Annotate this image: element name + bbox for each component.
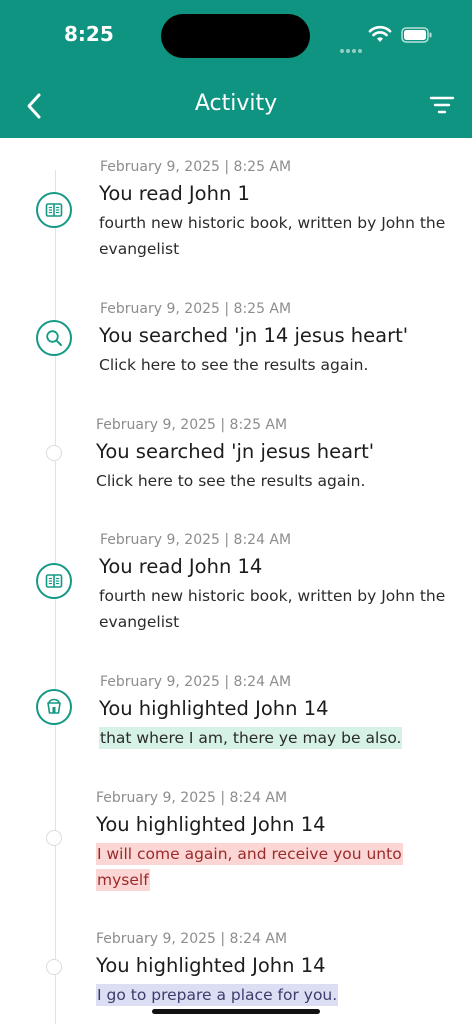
activity-title: You highlighted John 14: [96, 954, 326, 977]
activity-item[interactable]: February 9, 2025 | 8:25 AM You read John…: [0, 150, 472, 270]
page-title: Activity: [194, 91, 278, 116]
activity-title: You searched 'jn 14 jesus heart': [99, 324, 409, 347]
timeline-dot: [46, 959, 62, 975]
wifi-icon: [368, 25, 392, 42]
activity-title: You read John 14: [99, 555, 263, 578]
activity-description: Click here to see the results again.: [99, 356, 369, 374]
timeline-dot: [46, 830, 62, 846]
highlight-span: that where I am, there ye may be also.: [99, 727, 403, 749]
highlight-text: that where I am, there ye may be also.: [99, 725, 459, 751]
activity-date: February 9, 2025 | 8:24 AM: [100, 532, 292, 548]
filter-button[interactable]: [428, 94, 456, 118]
activity-title: You highlighted John 14: [99, 697, 329, 720]
activity-item[interactable]: February 9, 2025 | 8:24 AM You read John…: [0, 523, 472, 643]
activity-item[interactable]: February 9, 2025 | 8:24 AM You highlight…: [0, 781, 472, 901]
activity-description: Click here to see the results again.: [96, 472, 366, 490]
paint-bucket-icon: [36, 689, 72, 725]
book-icon: [36, 192, 72, 228]
battery-icon: [401, 27, 432, 43]
cellular-signal-icon: [340, 38, 364, 57]
filter-icon: [429, 96, 455, 114]
app-header: 8:25 Activity: [0, 0, 472, 138]
highlight-text: I will come again, and receive you unto …: [96, 841, 446, 893]
search-icon: [36, 320, 72, 356]
dynamic-island: [161, 14, 310, 58]
activity-date: February 9, 2025 | 8:25 AM: [100, 159, 292, 175]
activity-date: February 9, 2025 | 8:25 AM: [96, 417, 288, 433]
timeline-dot: [46, 445, 62, 461]
highlight-text: I go to prepare a place for you.: [96, 982, 456, 1008]
activity-date: February 9, 2025 | 8:25 AM: [100, 301, 292, 317]
home-indicator: [152, 1009, 320, 1014]
status-time: 8:25: [64, 22, 114, 46]
activity-title: You searched 'jn jesus heart': [96, 440, 375, 463]
highlight-span: I will come again, and receive you unto …: [96, 843, 403, 891]
activity-title: You read John 1: [99, 182, 250, 205]
activity-item[interactable]: February 9, 2025 | 8:25 AM You searched …: [0, 408, 472, 508]
activity-description: fourth new historic book, written by Joh…: [99, 587, 446, 631]
highlight-span: I go to prepare a place for you.: [96, 984, 339, 1006]
activity-date: February 9, 2025 | 8:24 AM: [96, 790, 288, 806]
activity-date: February 9, 2025 | 8:24 AM: [96, 931, 288, 947]
activity-title: You highlighted John 14: [96, 813, 326, 836]
book-icon: [36, 563, 72, 599]
activity-description: fourth new historic book, written by Joh…: [99, 214, 446, 258]
activity-date: February 9, 2025 | 8:24 AM: [100, 674, 292, 690]
activity-item[interactable]: February 9, 2025 | 8:24 AM You highlight…: [0, 922, 472, 1022]
activity-item[interactable]: February 9, 2025 | 8:25 AM You searched …: [0, 292, 472, 392]
activity-item[interactable]: February 9, 2025 | 8:24 AM You highlight…: [0, 665, 472, 765]
